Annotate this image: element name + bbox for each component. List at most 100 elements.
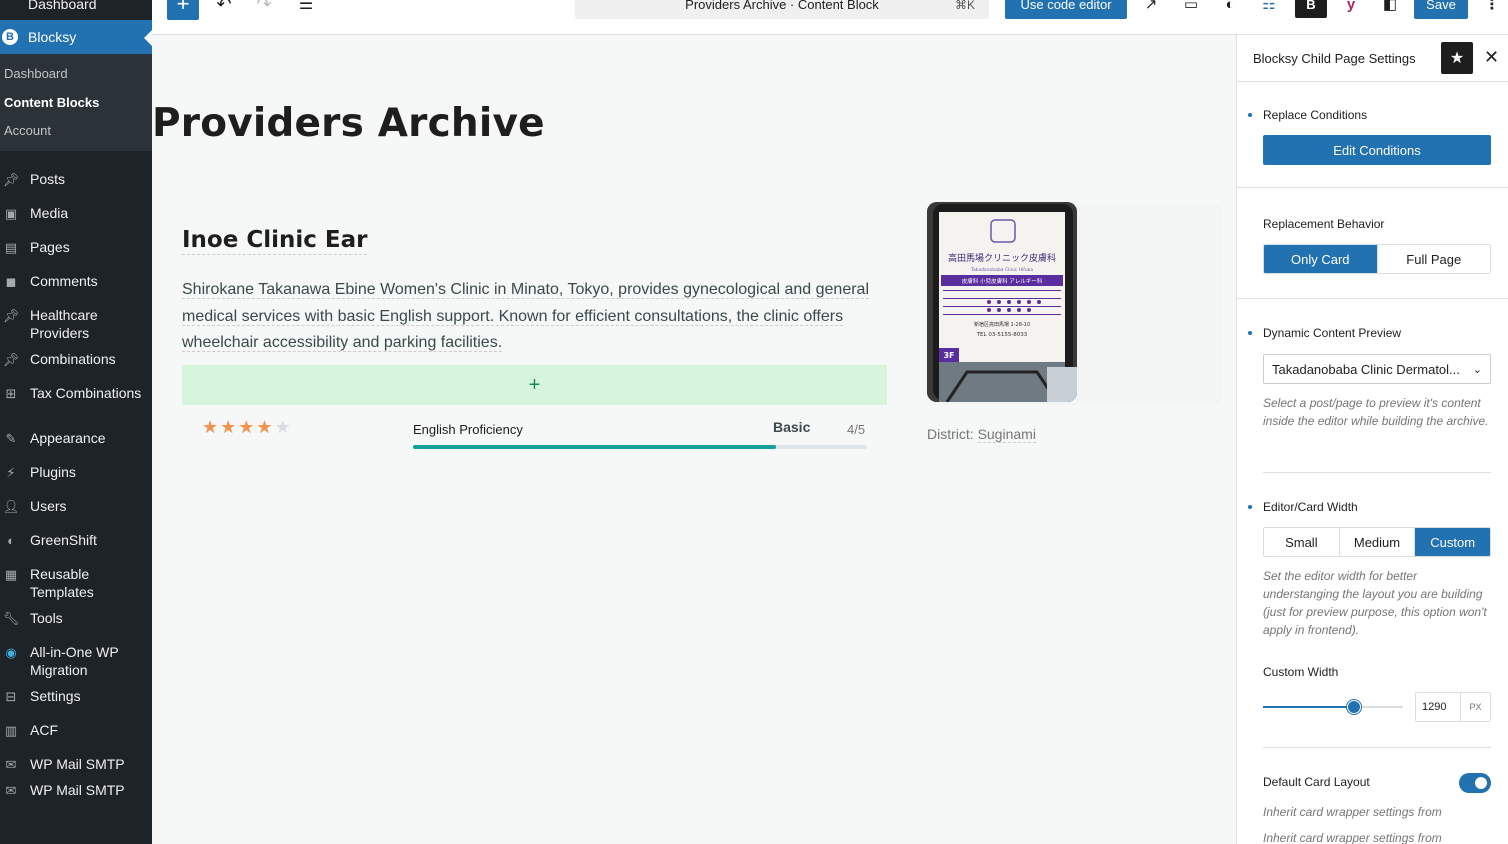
mail-icon: ✉︎ — [5, 757, 17, 772]
use-code-editor-button[interactable]: Use code editor — [1005, 0, 1127, 19]
default-card-layout-toggle[interactable] — [1459, 773, 1491, 793]
menu-item-combinations[interactable]: 📌︎ Combinations — [0, 342, 152, 376]
menu-item-tax-combinations[interactable]: ⊞ Tax Combinations — [0, 376, 152, 410]
star-filled-icon: ★ — [202, 417, 221, 437]
menu-item-label: Blocksy — [28, 29, 77, 45]
command-palette-bar[interactable]: Providers Archive · Content Block ⌘K — [575, 0, 989, 19]
menu-item-label: Comments — [30, 273, 98, 289]
menu-item-media[interactable]: ▣ Media — [0, 196, 152, 230]
option-custom[interactable]: Custom — [1415, 528, 1490, 556]
greenshift-icon[interactable]: ◐ — [1218, 0, 1242, 16]
option-full-page[interactable]: Full Page — [1378, 245, 1491, 273]
submenu-item-dashboard[interactable]: Dashboard — [0, 66, 152, 95]
blocksy-settings-icon[interactable]: B — [1295, 0, 1327, 18]
menu-item-greenshift[interactable]: ◐ GreenShift — [0, 523, 152, 557]
media-icon: ▣ — [4, 206, 18, 221]
district-prefix: District: — [927, 426, 978, 442]
device-preview-icon[interactable]: ▭ — [1179, 0, 1203, 16]
menu-item-pages[interactable]: ▤ Pages — [0, 230, 152, 264]
default-card-layout-help-2: Inherit card wrapper settings from — [1263, 831, 1442, 844]
settings-panel-icon[interactable]: ◧ — [1378, 0, 1402, 16]
menu-item-label: Dashboard — [28, 0, 97, 12]
menu-item-comments[interactable]: ◼ Comments — [0, 264, 152, 298]
menu-item-reusable-templates[interactable]: ▦ Reusable Templates — [0, 557, 152, 601]
card-description[interactable]: Shirokane Takanawa Ebine Women's Clinic … — [182, 277, 890, 357]
custom-width-label: Custom Width — [1263, 665, 1339, 679]
menu-item-label: Pages — [30, 239, 70, 255]
english-proficiency-score: 4/5 — [847, 422, 866, 437]
selected-preview-value: Takadanobaba Clinic Dermatol... — [1272, 361, 1460, 377]
migration-icon: ◉ — [5, 645, 17, 660]
blocksy-icon: B — [2, 29, 18, 45]
menu-item-dashboard[interactable]: Dashboard — [0, 0, 152, 18]
provider-card[interactable]: Inoe Clinic Ear Shirokane Takanawa Ebine… — [168, 202, 1221, 449]
menu-item-users[interactable]: 👤︎ Users — [0, 489, 152, 523]
page-title[interactable]: Providers Archive — [152, 101, 545, 146]
menu-item-posts[interactable]: 📌︎ Posts — [0, 162, 152, 196]
section-divider — [1237, 298, 1508, 299]
district-value[interactable]: Suginami — [977, 426, 1036, 443]
pages-icon: ▤ — [4, 240, 18, 255]
menu-item-label: Tax Combinations — [30, 385, 142, 401]
redo-icon[interactable]: ↷ — [252, 0, 276, 20]
grid-icon: ▦ — [4, 567, 18, 582]
add-block-inserter[interactable]: + — [182, 365, 887, 405]
default-card-layout-label: Default Card Layout — [1263, 775, 1370, 789]
custom-width-value: 1290 — [1422, 701, 1447, 713]
pin-star-icon[interactable]: ★ — [1441, 42, 1473, 74]
greenshift-icon: ◐ — [7, 533, 15, 548]
yoast-icon[interactable]: y — [1339, 0, 1363, 16]
option-medium[interactable]: Medium — [1340, 528, 1416, 556]
more-options-icon[interactable]: ⋮ — [1480, 0, 1504, 16]
menu-item-wp-mail-smtp-2[interactable]: ✉︎ WP Mail SMTP — [0, 773, 152, 807]
submenu-item-account[interactable]: Account — [0, 123, 152, 152]
menu-item-appearance[interactable]: ✎ Appearance — [0, 421, 152, 455]
clinic-photo[interactable]: 高田馬場クリニック皮膚科 Takadanobaba Clinic Hifuka … — [927, 202, 1077, 402]
default-card-layout-help: Inherit card wrapper settings from — [1263, 805, 1442, 819]
custom-width-unit[interactable]: PX — [1460, 693, 1490, 721]
star-filled-icon: ★ — [256, 417, 275, 437]
menu-item-all-in-one-wp-migration[interactable]: ◉ All-in-One WP Migration — [0, 635, 152, 679]
menu-item-label: All-in-One WP Migration — [30, 644, 119, 678]
undo-icon[interactable]: ↶ — [212, 0, 236, 20]
menu-item-label: WP Mail SMTP — [30, 756, 125, 772]
submenu-item-content-blocks[interactable]: Content Blocks — [0, 95, 152, 124]
menu-item-label: Plugins — [30, 464, 76, 480]
menu-item-settings[interactable]: ⊟ Settings — [0, 679, 152, 713]
external-link-icon[interactable]: ↗ — [1139, 0, 1163, 16]
card-title[interactable]: Inoe Clinic Ear — [182, 227, 368, 255]
star-empty-icon: ★ — [274, 417, 293, 437]
option-small[interactable]: Small — [1264, 528, 1340, 556]
pin-icon: 📌︎ — [2, 172, 20, 187]
dynamic-content-preview-select[interactable]: Takadanobaba Clinic Dermatol... ⌄ — [1263, 354, 1491, 384]
menu-item-healthcare-providers[interactable]: 📌︎ Healthcare Providers — [0, 298, 152, 342]
slider-thumb[interactable] — [1347, 700, 1361, 714]
menu-item-label: Media — [30, 205, 69, 221]
save-button[interactable]: Save — [1414, 0, 1468, 19]
admin-sidebar: Dashboard B Blocksy Dashboard Content Bl… — [0, 0, 152, 844]
option-only-card[interactable]: Only Card — [1264, 245, 1378, 273]
plugin-icon: ⚡︎ — [6, 465, 16, 480]
editor-canvas[interactable]: Providers Archive Inoe Clinic Ear Shirok… — [152, 35, 1236, 844]
menu-item-tools[interactable]: 🔧︎ Tools — [0, 601, 152, 635]
card-description-text: Shirokane Takanawa Ebine Women's Clinic … — [182, 281, 870, 352]
close-icon[interactable]: ✕ — [1484, 47, 1499, 68]
menu-item-acf[interactable]: ▥ ACF — [0, 713, 152, 747]
add-block-button[interactable]: + — [167, 0, 199, 20]
menu-item-label: Healthcare Providers — [30, 307, 98, 341]
menu-item-label: ACF — [30, 722, 58, 738]
document-overview-icon[interactable]: ☰ — [294, 0, 318, 20]
custom-width-input[interactable]: 1290 PX — [1415, 692, 1491, 722]
menu-item-label: Reusable Templates — [30, 566, 94, 600]
section-divider — [1263, 747, 1491, 748]
replacement-behavior-toggle: Only Card Full Page — [1263, 244, 1491, 274]
custom-width-slider[interactable] — [1263, 706, 1403, 708]
database-icon[interactable]: ☷ — [1257, 0, 1281, 16]
sign-address: 新宿区高田馬場 1-28-10 — [974, 321, 1030, 328]
edit-conditions-button[interactable]: Edit Conditions — [1263, 135, 1491, 165]
pin-icon: 📌︎ — [2, 352, 20, 367]
menu-item-blocksy[interactable]: B Blocksy — [0, 20, 152, 54]
replace-conditions-label: Replace Conditions — [1263, 108, 1368, 122]
menu-item-plugins[interactable]: ⚡︎ Plugins — [0, 455, 152, 489]
panel-title: Blocksy Child Page Settings — [1253, 51, 1416, 66]
